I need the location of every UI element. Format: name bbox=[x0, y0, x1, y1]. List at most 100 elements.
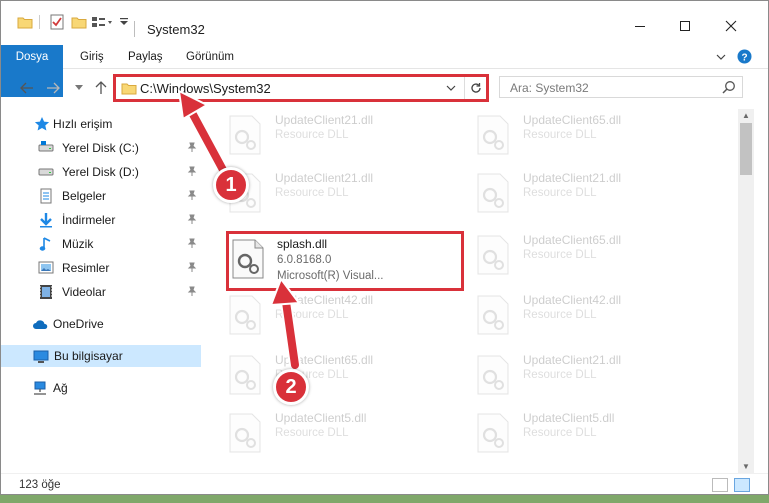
explorer-window: System32 Dosya Giriş Paylaş Görünüm ? C:… bbox=[0, 0, 769, 495]
maximize-icon bbox=[680, 21, 690, 31]
large-icons-view-icon[interactable] bbox=[734, 478, 750, 492]
file-item[interactable]: UpdateClient21.dll Resource DLL bbox=[215, 167, 445, 219]
cloud-icon bbox=[33, 320, 48, 329]
file-item[interactable]: UpdateClient5.dll Resource DLL bbox=[463, 407, 693, 459]
file-item[interactable]: UpdateClient65.dll Resource DLL bbox=[463, 229, 693, 281]
file-name: splash.dll bbox=[277, 237, 328, 251]
videos-icon bbox=[40, 285, 52, 299]
arrow-right-icon bbox=[47, 82, 60, 94]
tab-giris[interactable]: Giriş bbox=[80, 45, 104, 69]
sidebar-item-this-pc[interactable]: Bu bilgisayar bbox=[1, 345, 201, 367]
sidebar-item-label: Müzik bbox=[62, 237, 94, 251]
view-options-icon[interactable] bbox=[91, 12, 113, 32]
sidebar-item-music[interactable]: Müzik bbox=[1, 233, 201, 255]
dll-file-icon bbox=[477, 355, 509, 395]
file-version: 6.0.8168.0 bbox=[277, 254, 332, 266]
sidebar-item-onedrive[interactable]: OneDrive bbox=[1, 313, 201, 335]
sidebar-item-pictures[interactable]: Resimler bbox=[1, 257, 201, 279]
arrow-up-icon bbox=[95, 81, 107, 94]
dll-file-icon bbox=[232, 239, 264, 279]
file-item[interactable]: UpdateClient65.dll Resource DLL bbox=[463, 109, 693, 161]
sidebar-item-label: Videolar bbox=[62, 285, 106, 299]
chevron-down-icon[interactable] bbox=[715, 51, 727, 66]
search-box[interactable]: Ara: System32 bbox=[499, 76, 743, 98]
search-input[interactable]: Ara: System32 bbox=[510, 81, 589, 95]
file-item[interactable]: UpdateClient5.dll Resource DLL bbox=[215, 407, 445, 459]
refresh-button[interactable] bbox=[464, 77, 486, 99]
file-description: Resource DLL bbox=[523, 427, 597, 439]
file-description: Resource DLL bbox=[523, 129, 597, 141]
scrollbar-thumb[interactable] bbox=[740, 123, 752, 175]
refresh-icon bbox=[470, 83, 481, 93]
file-description: Resource DLL bbox=[523, 187, 597, 199]
file-description: Resource DLL bbox=[275, 427, 349, 439]
sidebar-item-label: Belgeler bbox=[62, 189, 107, 203]
minimize-icon bbox=[635, 26, 645, 27]
file-item[interactable]: UpdateClient42.dll Resource DLL bbox=[463, 289, 693, 341]
pin-icon[interactable] bbox=[187, 286, 197, 299]
file-name: UpdateClient5.dll bbox=[523, 411, 615, 425]
file-name: UpdateClient21.dll bbox=[275, 113, 374, 127]
file-item[interactable]: UpdateClient21.dll Resource DLL bbox=[215, 109, 445, 161]
pin-icon[interactable] bbox=[187, 262, 197, 275]
address-bar[interactable]: C:\Windows\System32 bbox=[113, 74, 489, 102]
file-item[interactable]: UpdateClient42.dll Resource DLL bbox=[215, 289, 445, 341]
quick-access-dropdown-icon[interactable] bbox=[119, 12, 129, 32]
new-folder-icon[interactable] bbox=[71, 12, 87, 32]
recent-locations-button[interactable] bbox=[69, 78, 89, 98]
maximize-button[interactable] bbox=[663, 11, 707, 41]
file-name: UpdateClient65.dll bbox=[523, 233, 622, 247]
dll-file-icon bbox=[477, 413, 509, 453]
file-description: Resource DLL bbox=[275, 129, 349, 141]
search-icon bbox=[722, 81, 735, 94]
help-icon[interactable]: ? bbox=[737, 49, 752, 67]
file-description: Resource DLL bbox=[523, 369, 597, 381]
item-count: 123 öğe bbox=[19, 479, 61, 491]
sidebar-item-videos[interactable]: Videolar bbox=[1, 281, 201, 303]
file-description: Resource DLL bbox=[275, 187, 349, 199]
window-title: System32 bbox=[147, 22, 205, 37]
sidebar-item-label: Yerel Disk (D:) bbox=[62, 165, 139, 179]
scroll-up-icon[interactable]: ▲ bbox=[738, 109, 754, 123]
file-item[interactable]: UpdateClient21.dll Resource DLL bbox=[463, 349, 693, 401]
music-icon bbox=[39, 237, 51, 251]
pictures-icon bbox=[38, 261, 54, 274]
sidebar-item-label: Ağ bbox=[53, 381, 68, 395]
download-icon bbox=[40, 213, 52, 228]
dll-file-icon bbox=[477, 115, 509, 155]
dll-file-icon bbox=[229, 355, 261, 395]
file-item[interactable]: UpdateClient65.dll Resource DLL bbox=[215, 349, 445, 401]
annotation-badge-1: 1 bbox=[213, 167, 249, 203]
sidebar-item-network[interactable]: Ağ bbox=[1, 377, 201, 399]
tab-gorunum[interactable]: Görünüm bbox=[186, 45, 234, 69]
details-view-icon[interactable] bbox=[712, 478, 728, 492]
address-dropdown-button[interactable] bbox=[446, 79, 460, 97]
up-button[interactable] bbox=[91, 78, 111, 98]
sidebar-item-label: İndirmeler bbox=[62, 213, 116, 227]
file-name: UpdateClient65.dll bbox=[523, 113, 622, 127]
properties-icon[interactable] bbox=[49, 12, 65, 32]
vertical-scrollbar[interactable]: ▲ ▼ bbox=[738, 109, 754, 474]
tab-paylas[interactable]: Paylaş bbox=[128, 45, 163, 69]
pin-icon[interactable] bbox=[187, 238, 197, 251]
back-button[interactable] bbox=[17, 78, 37, 98]
drive-icon bbox=[38, 168, 54, 176]
folder-icon bbox=[17, 12, 33, 32]
scroll-down-icon[interactable]: ▼ bbox=[738, 460, 754, 474]
dll-file-icon bbox=[477, 295, 509, 335]
pin-icon[interactable] bbox=[187, 214, 197, 227]
annotation-arrow-2 bbox=[269, 277, 301, 371]
file-name: UpdateClient21.dll bbox=[523, 353, 622, 367]
file-name: UpdateClient21.dll bbox=[275, 171, 374, 185]
file-item-selected[interactable]: splash.dll 6.0.8168.0 Microsoft(R) Visua… bbox=[226, 231, 464, 291]
close-button[interactable] bbox=[709, 11, 753, 41]
arrow-left-icon bbox=[20, 82, 33, 94]
file-name: UpdateClient5.dll bbox=[275, 411, 367, 425]
sidebar-item-label: Bu bilgisayar bbox=[54, 349, 123, 363]
computer-icon bbox=[33, 350, 49, 363]
sidebar-item-downloads[interactable]: İndirmeler bbox=[1, 209, 201, 231]
forward-button[interactable] bbox=[43, 78, 63, 98]
annotation-badge-2: 2 bbox=[273, 369, 309, 405]
file-item[interactable]: UpdateClient21.dll Resource DLL bbox=[463, 167, 693, 219]
minimize-button[interactable] bbox=[618, 11, 662, 41]
